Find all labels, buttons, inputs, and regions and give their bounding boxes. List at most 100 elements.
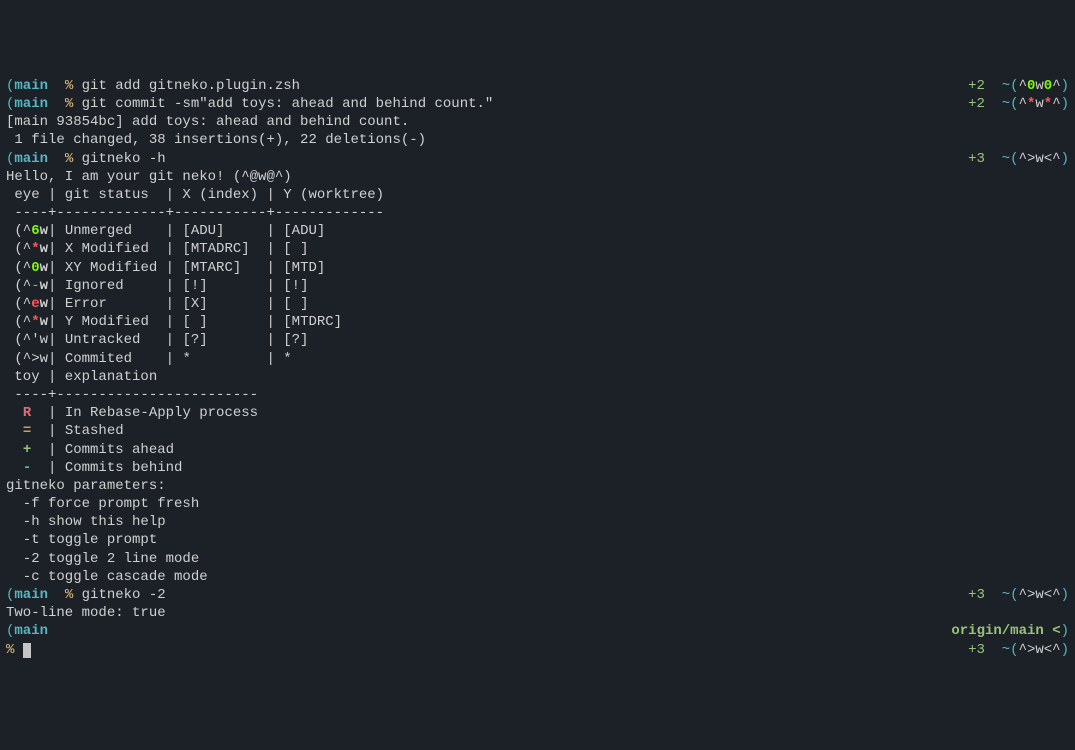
- terminal-line: gitneko parameters:: [6, 477, 1069, 495]
- text-segment: ^>w<^: [1019, 587, 1061, 603]
- line-left: (main: [6, 622, 48, 640]
- text-segment: gitneko parameters:: [6, 478, 166, 494]
- text-segment: (^'w: [6, 332, 48, 348]
- text-segment: e: [31, 296, 39, 312]
- text-segment: ): [1061, 96, 1069, 112]
- text-segment: ): [1061, 78, 1069, 94]
- text-segment: [985, 96, 1002, 112]
- text-segment: [48, 587, 65, 603]
- text-segment: ): [1061, 623, 1069, 639]
- text-segment: w: [40, 314, 48, 330]
- line-left: (^0w| XY Modified | [MTARC] | [MTD]: [6, 259, 325, 277]
- text-segment: | Commits behind: [31, 460, 182, 476]
- text-segment: ): [1061, 587, 1069, 603]
- text-segment: main: [14, 78, 48, 94]
- terminal-line: (^6w| Unmerged | [ADU] | [ADU]: [6, 222, 1069, 240]
- line-left: -t toggle prompt: [6, 531, 157, 549]
- line-left: (^ew| Error | [X] | [ ]: [6, 295, 308, 313]
- line-left: -2 toggle 2 line mode: [6, 550, 199, 568]
- text-segment: ^: [1052, 96, 1060, 112]
- text-segment: [6, 405, 23, 421]
- line-left: (^6w| Unmerged | [ADU] | [ADU]: [6, 222, 325, 240]
- text-segment: main: [14, 96, 48, 112]
- terminal-output[interactable]: (main % git add gitneko.plugin.zsh+2 ~(^…: [6, 77, 1069, 659]
- text-segment: | Unmerged | [ADU] | [ADU]: [48, 223, 325, 239]
- text-segment: ^: [1052, 78, 1060, 94]
- text-segment: w: [40, 296, 48, 312]
- text-segment: (^: [6, 241, 31, 257]
- text-segment: [14, 642, 22, 658]
- text-segment: [985, 642, 1002, 658]
- terminal-line: ----+------------------------: [6, 386, 1069, 404]
- text-segment: 6: [31, 223, 39, 239]
- text-segment: eye | git status | X (index) | Y (worktr…: [6, 187, 384, 203]
- text-segment: -f force prompt fresh: [6, 496, 199, 512]
- line-left: 1 file changed, 38 insertions(+), 22 del…: [6, 131, 426, 149]
- line-right: origin/main <): [951, 622, 1069, 640]
- text-segment: [main 93854bc] add toys: ahead and behin…: [6, 114, 409, 130]
- text-segment: | Commits ahead: [31, 442, 174, 458]
- text-segment: *: [1044, 96, 1052, 112]
- terminal-line: Hello, I am your git neko! (^@w@^): [6, 168, 1069, 186]
- text-segment: [48, 151, 65, 167]
- text-segment: ): [1061, 642, 1069, 658]
- cursor: [23, 643, 31, 658]
- line-left: toy | explanation: [6, 368, 157, 386]
- text-segment: ~(: [1002, 96, 1019, 112]
- text-segment: (^: [6, 223, 31, 239]
- line-left: eye | git status | X (index) | Y (worktr…: [6, 186, 384, 204]
- text-segment: ^: [1019, 78, 1027, 94]
- text-segment: w: [40, 260, 48, 276]
- text-segment: Two-line mode: true: [6, 605, 166, 621]
- terminal-line: toy | explanation: [6, 368, 1069, 386]
- text-segment: (^>w: [6, 351, 48, 367]
- terminal-line: 1 file changed, 38 insertions(+), 22 del…: [6, 131, 1069, 149]
- terminal-line: [main 93854bc] add toys: ahead and behin…: [6, 113, 1069, 131]
- terminal-line: (^ew| Error | [X] | [ ]: [6, 295, 1069, 313]
- terminal-line: eye | git status | X (index) | Y (worktr…: [6, 186, 1069, 204]
- text-segment: ----+-------------+-----------+---------…: [6, 205, 384, 221]
- text-segment: 0: [1044, 78, 1052, 94]
- text-segment: ^>w<^: [1019, 642, 1061, 658]
- terminal-line: (^-w| Ignored | [!] | [!]: [6, 277, 1069, 295]
- terminal-line: (^*w| Y Modified | [ ] | [MTDRC]: [6, 313, 1069, 331]
- line-left: -h show this help: [6, 513, 166, 531]
- text-segment: | Error | [X] | [ ]: [48, 296, 308, 312]
- line-right: +2 ~(^*w*^): [968, 95, 1069, 113]
- text-segment: [985, 587, 1002, 603]
- text-segment: ^: [1019, 96, 1027, 112]
- line-right: +3 ~(^>w<^): [968, 150, 1069, 168]
- line-left: (^'w| Untracked | [?] | [?]: [6, 331, 308, 349]
- text-segment: (^: [6, 278, 31, 294]
- terminal-line: -h show this help: [6, 513, 1069, 531]
- line-right: +2 ~(^0w0^): [968, 77, 1069, 95]
- terminal-line: + | Commits ahead: [6, 441, 1069, 459]
- line-left: (^*w| X Modified | [MTADRC] | [ ]: [6, 240, 308, 258]
- line-left: [main 93854bc] add toys: ahead and behin…: [6, 113, 409, 131]
- text-segment: main: [14, 151, 48, 167]
- line-left: Two-line mode: true: [6, 604, 166, 622]
- line-left: (^>w| Commited | * | *: [6, 350, 292, 368]
- line-left: = | Stashed: [6, 422, 124, 440]
- terminal-line: -t toggle prompt: [6, 531, 1069, 549]
- terminal-line: ----+-------------+-----------+---------…: [6, 204, 1069, 222]
- line-left: -c toggle cascade mode: [6, 568, 208, 586]
- text-segment: w: [40, 241, 48, 257]
- text-segment: %: [65, 78, 73, 94]
- line-left: (main % gitneko -2: [6, 586, 166, 604]
- text-segment: Hello, I am your git neko! (^@w@^): [6, 169, 292, 185]
- text-segment: ^>w<^: [1019, 151, 1061, 167]
- text-segment: | Y Modified | [ ] | [MTDRC]: [48, 314, 342, 330]
- terminal-line: R | In Rebase-Apply process: [6, 404, 1069, 422]
- terminal-line: % +3 ~(^>w<^): [6, 641, 1069, 659]
- text-segment: (^: [6, 314, 31, 330]
- text-segment: [6, 442, 23, 458]
- text-segment: gitneko -h: [73, 151, 165, 167]
- text-segment: *: [31, 314, 39, 330]
- line-left: R | In Rebase-Apply process: [6, 404, 258, 422]
- line-left: (main % git commit -sm"add toys: ahead a…: [6, 95, 493, 113]
- text-segment: origin/main <: [951, 623, 1060, 639]
- line-left: gitneko parameters:: [6, 477, 166, 495]
- text-segment: [48, 78, 65, 94]
- terminal-line: (main % git add gitneko.plugin.zsh+2 ~(^…: [6, 77, 1069, 95]
